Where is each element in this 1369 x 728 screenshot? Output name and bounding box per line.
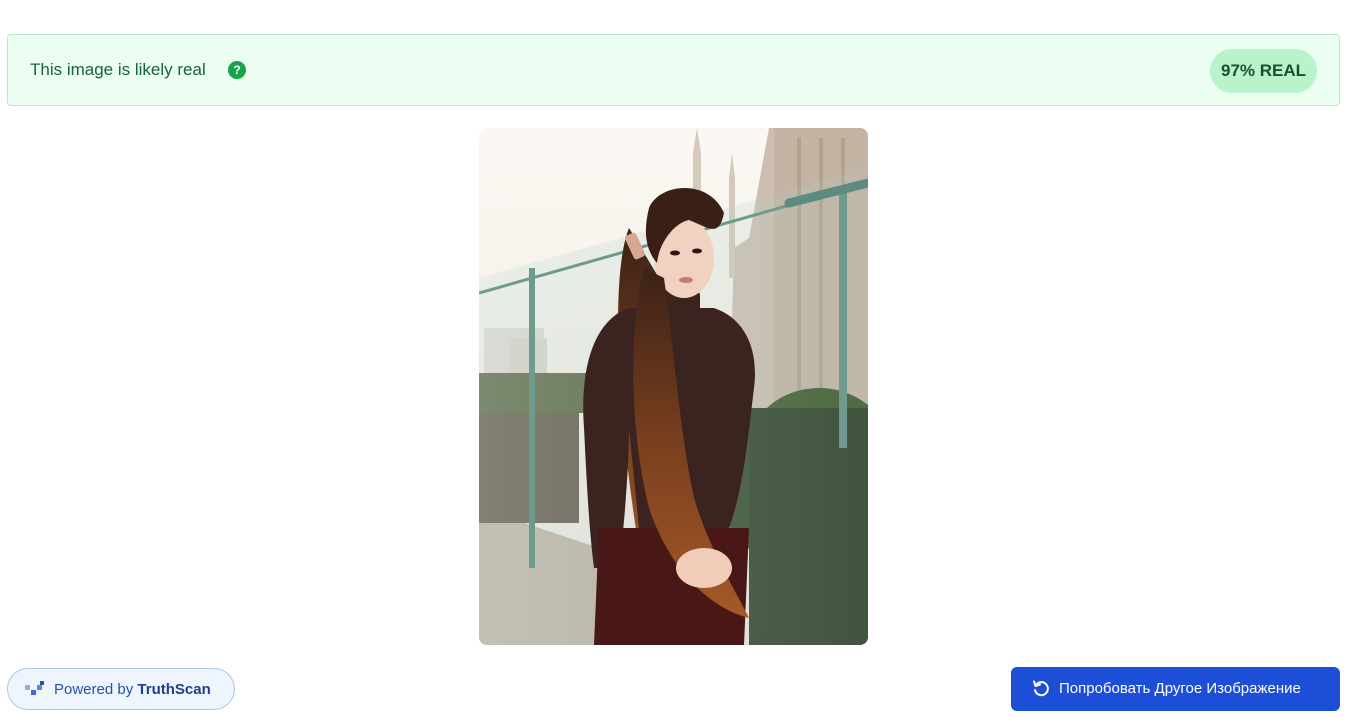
try-another-image-button[interactable]: Попробовать Другое Изображение bbox=[1011, 667, 1340, 711]
result-banner: This image is likely real ? 97% REAL bbox=[7, 34, 1340, 106]
rotate-ccw-icon bbox=[1032, 680, 1050, 702]
retry-label: Попробовать Другое Изображение bbox=[1059, 680, 1301, 697]
score-badge: 97% REAL bbox=[1210, 49, 1317, 93]
powered-brand: TruthScan bbox=[137, 681, 211, 698]
result-message: This image is likely real bbox=[30, 60, 206, 79]
pixel-logo-icon bbox=[25, 681, 45, 701]
analyzed-photo bbox=[479, 128, 868, 645]
powered-by-text: Powered by TruthScan bbox=[54, 681, 211, 698]
powered-by-badge[interactable]: Powered by TruthScan bbox=[7, 668, 235, 710]
powered-prefix: Powered by bbox=[54, 681, 134, 698]
help-icon[interactable]: ? bbox=[228, 61, 246, 79]
